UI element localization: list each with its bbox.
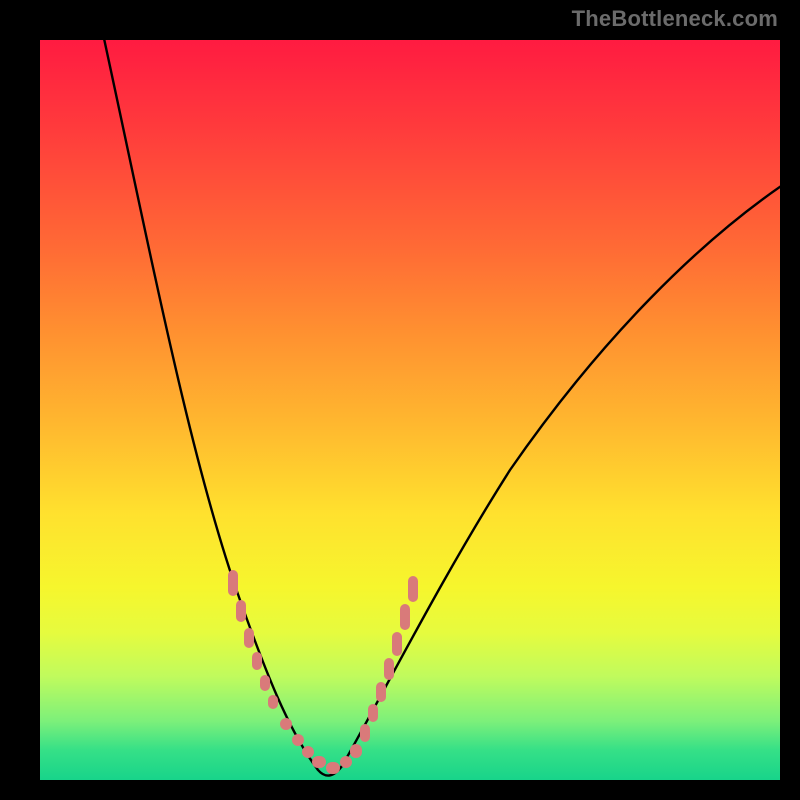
bottleneck-curve xyxy=(100,40,780,776)
plot-area xyxy=(40,40,780,780)
chart-frame: TheBottleneck.com xyxy=(0,0,800,800)
curve-layer xyxy=(40,40,780,780)
attribution-label: TheBottleneck.com xyxy=(572,6,778,32)
marker-band xyxy=(228,570,418,774)
